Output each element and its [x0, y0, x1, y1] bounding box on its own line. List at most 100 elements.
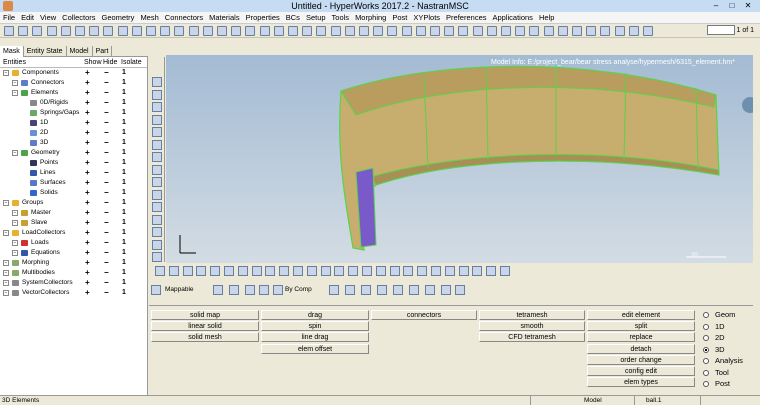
visualization-tool-icon[interactable]: [375, 266, 386, 276]
tree-row-2d[interactable]: 2D + − 1: [0, 128, 147, 138]
view-tool-icon[interactable]: [152, 177, 162, 187]
hide-button[interactable]: −: [104, 218, 109, 228]
show-button[interactable]: +: [85, 118, 90, 128]
radio-1d[interactable]: 1D: [703, 321, 725, 332]
radio-tool[interactable]: Tool: [703, 367, 729, 378]
panel-button-smooth[interactable]: smooth: [479, 321, 585, 332]
show-button[interactable]: +: [85, 78, 90, 88]
isolate-button[interactable]: 1: [122, 138, 126, 148]
isolate-button[interactable]: 1: [122, 108, 126, 118]
toolbar-tool-icon[interactable]: [316, 26, 327, 36]
mappable-dropdown[interactable]: Mappable: [165, 284, 194, 295]
isolate-button[interactable]: 1: [122, 258, 126, 268]
display-tool-icon[interactable]: [455, 285, 465, 295]
expand-toggle-icon[interactable]: −: [3, 230, 9, 236]
graphics-viewport[interactable]: Model Info: E:/project_bear/bear stress …: [166, 55, 753, 263]
panel-button-solid-mesh[interactable]: solid mesh: [151, 332, 259, 343]
radio-indicator-icon[interactable]: [703, 346, 709, 353]
toolbar-tool-icon[interactable]: [387, 26, 398, 36]
toolbar-tool-icon[interactable]: [32, 26, 43, 36]
visualization-tool-icon[interactable]: [196, 266, 207, 276]
display-tool-icon[interactable]: [273, 285, 283, 295]
panel-button-detach[interactable]: detach: [587, 343, 695, 354]
tree-row-solids[interactable]: Solids + − 1: [0, 188, 147, 198]
toolbar-tool-icon[interactable]: [415, 26, 426, 36]
panel-button-config-edit[interactable]: config edit: [587, 366, 695, 376]
view-tool-icon[interactable]: [152, 239, 162, 250]
toolbar-tool-icon[interactable]: [600, 26, 611, 36]
toolbar-tool-icon[interactable]: [46, 26, 57, 36]
toolbar-tool-icon[interactable]: [373, 26, 384, 36]
display-tool-icon[interactable]: [409, 285, 419, 295]
isolate-button[interactable]: 1: [122, 158, 126, 168]
tree-row-connectors[interactable]: − Connectors + − 1: [0, 78, 147, 88]
view-tool-icon[interactable]: [152, 139, 162, 150]
expand-toggle-icon[interactable]: −: [12, 80, 18, 86]
panel-button-solid-map[interactable]: solid map: [151, 310, 259, 320]
isolate-button[interactable]: 1: [122, 248, 126, 258]
expand-toggle-icon[interactable]: −: [3, 290, 9, 296]
tab-model[interactable]: Model: [67, 46, 93, 57]
hide-button[interactable]: −: [104, 288, 109, 298]
panel-button-linear-solid[interactable]: linear solid: [151, 321, 259, 332]
show-button[interactable]: +: [85, 218, 90, 228]
visualization-tool-icon[interactable]: [251, 266, 262, 276]
isolate-button[interactable]: 1: [122, 118, 126, 128]
show-button[interactable]: +: [85, 108, 90, 118]
menu-item-view[interactable]: View: [37, 12, 59, 24]
isolate-button[interactable]: 1: [122, 128, 126, 138]
toolbar-tool-icon[interactable]: [4, 26, 14, 36]
visualization-tool-icon[interactable]: [155, 266, 165, 276]
toolbar-tool-icon[interactable]: [188, 26, 199, 36]
toolbar-tool-icon[interactable]: [586, 26, 597, 36]
visualization-tool-icon[interactable]: [458, 266, 469, 276]
visualization-tool-icon[interactable]: [348, 266, 359, 276]
menu-item-tools[interactable]: Tools: [329, 12, 353, 24]
hide-button[interactable]: −: [104, 88, 109, 98]
show-button[interactable]: +: [85, 128, 90, 138]
visualization-tool-icon[interactable]: [224, 266, 234, 276]
toolbar-tool-icon[interactable]: [245, 26, 256, 36]
isolate-button[interactable]: 1: [122, 278, 126, 288]
isolate-button[interactable]: 1: [122, 168, 126, 178]
toolbar-tool-icon[interactable]: [174, 26, 185, 36]
hide-button[interactable]: −: [104, 68, 109, 78]
menu-item-xyplots[interactable]: XYPlots: [410, 12, 443, 24]
isolate-button[interactable]: 1: [122, 178, 126, 188]
show-button[interactable]: +: [85, 248, 90, 258]
view-tool-icon[interactable]: [152, 252, 162, 262]
display-tool-icon[interactable]: [151, 285, 161, 295]
display-tool-icon[interactable]: [345, 285, 355, 295]
panel-button-elem-offset[interactable]: elem offset: [261, 343, 369, 354]
display-tool-icon[interactable]: [393, 285, 403, 295]
radio-indicator-icon[interactable]: [703, 358, 709, 365]
isolate-button[interactable]: 1: [122, 148, 126, 158]
tree-row-multibodies[interactable]: − Multibodies + − 1: [0, 268, 147, 278]
toolbar-tool-icon[interactable]: [231, 26, 242, 36]
hide-header[interactable]: Hide: [103, 57, 117, 68]
isolate-button[interactable]: 1: [122, 228, 126, 238]
tree-row-elements[interactable]: − Elements + − 1: [0, 88, 147, 98]
toolbar-tool-icon[interactable]: [486, 26, 497, 36]
tree-row-morphing[interactable]: − Morphing + − 1: [0, 258, 147, 268]
toolbar-tool-icon[interactable]: [458, 26, 469, 36]
radio-geom[interactable]: Geom: [703, 309, 735, 320]
toolbar-tool-icon[interactable]: [89, 26, 100, 36]
close-button[interactable]: ✕: [740, 0, 756, 12]
show-button[interactable]: +: [85, 238, 90, 248]
tree-row-groups[interactable]: − Groups + − 1: [0, 198, 147, 208]
visualization-tool-icon[interactable]: [486, 266, 497, 276]
toolbar-tool-icon[interactable]: [444, 26, 455, 36]
toolbar-tool-icon[interactable]: [103, 26, 114, 36]
show-button[interactable]: +: [85, 178, 90, 188]
show-button[interactable]: +: [85, 158, 90, 168]
radio-indicator-icon[interactable]: [703, 369, 709, 376]
tree-row-springs-gaps[interactable]: Springs/Gaps + − 1: [0, 108, 147, 118]
maximize-button[interactable]: □: [724, 0, 740, 12]
view-tool-icon[interactable]: [152, 89, 162, 100]
visualization-tool-icon[interactable]: [279, 266, 290, 276]
visualization-tool-icon[interactable]: [237, 266, 248, 276]
menu-item-preferences[interactable]: Preferences: [443, 12, 489, 24]
tree-row-3d[interactable]: 3D + − 1: [0, 138, 147, 148]
display-tool-icon[interactable]: [441, 285, 451, 295]
